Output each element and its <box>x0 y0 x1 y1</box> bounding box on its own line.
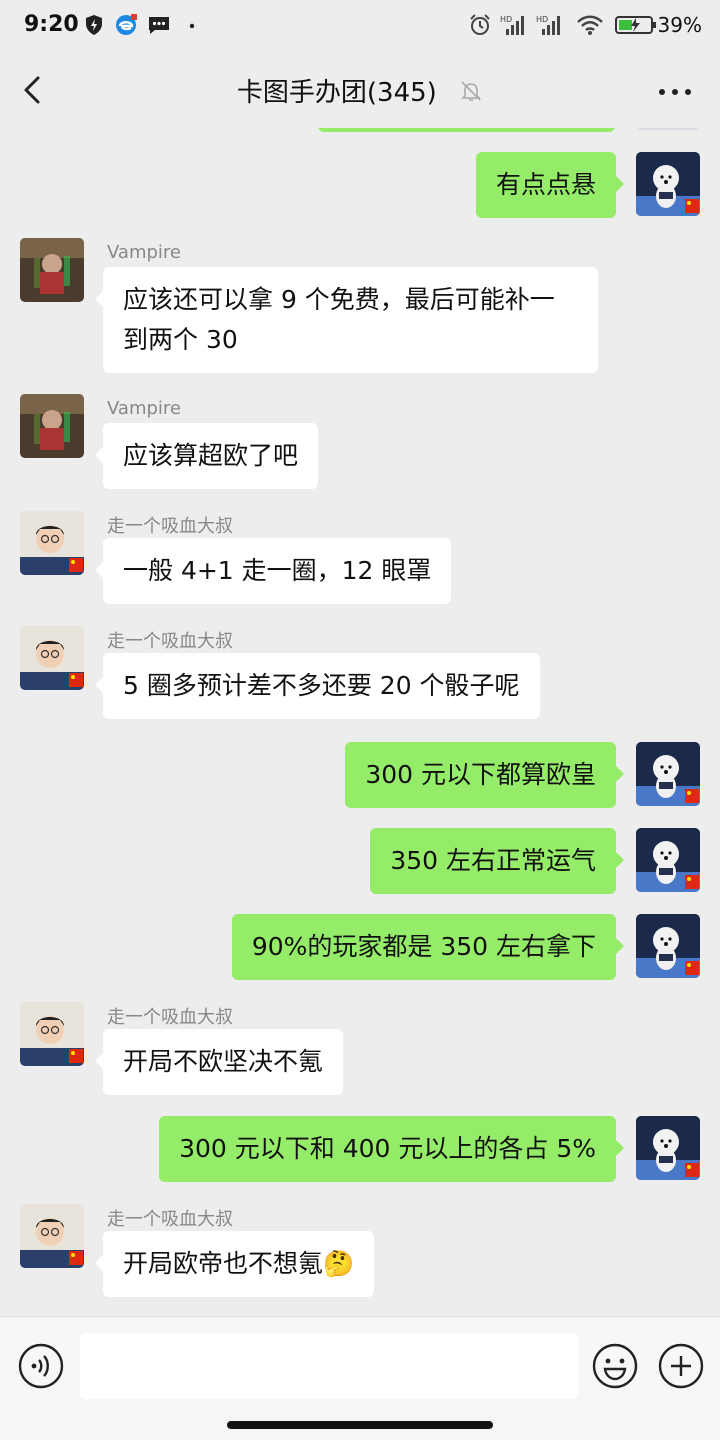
message-input[interactable] <box>80 1333 578 1399</box>
avatar[interactable] <box>636 914 700 978</box>
avatar[interactable] <box>20 1002 84 1066</box>
message-bubble[interactable]: 有点点悬 <box>475 152 625 218</box>
partial-avatar <box>637 128 699 130</box>
person-avatar-icon <box>20 1002 84 1066</box>
dog-avatar-icon <box>636 1116 700 1180</box>
home-indicator[interactable] <box>227 1421 493 1429</box>
avatar[interactable] <box>636 1116 700 1180</box>
signal-hd-2-icon: HD <box>536 15 560 35</box>
battery-percent: 39% <box>657 13 702 37</box>
message-bubble[interactable]: 开局欧帝也不想氪🤔 <box>94 1231 375 1297</box>
signal-hd-1-icon: HD <box>500 15 524 35</box>
chat-screen: 9:20 HD HD 39% 卡图手办团(345) 有点点悬 Vampire 应… <box>0 0 720 1440</box>
dog-avatar-icon <box>636 914 700 978</box>
dog-avatar-icon <box>636 828 700 892</box>
message-bubble[interactable]: 一般 4+1 走一圈，12 眼罩 <box>94 538 452 604</box>
more-options-icon[interactable] <box>658 88 692 96</box>
message-bubble[interactable]: 5 圈多预计差不多还要 20 个骰子呢 <box>95 653 540 719</box>
person-avatar-icon <box>20 626 84 690</box>
avatar[interactable] <box>636 152 700 216</box>
alarm-icon <box>470 14 490 35</box>
sender-name: Vampire <box>107 398 181 419</box>
status-bar: 9:20 HD HD 39% <box>0 0 720 52</box>
svg-text:HD: HD <box>536 15 548 24</box>
avatar[interactable] <box>636 742 700 806</box>
battery-charging-icon <box>615 16 656 34</box>
sender-name: 走一个吸血大叔 <box>107 516 233 537</box>
sender-name: 走一个吸血大叔 <box>107 631 233 652</box>
mute-bell-icon <box>461 80 482 101</box>
sender-name: 走一个吸血大叔 <box>107 1007 233 1028</box>
avatar[interactable] <box>636 828 700 892</box>
sender-name: 走一个吸血大叔 <box>107 1209 233 1230</box>
shield-icon <box>86 15 102 35</box>
dog-avatar-icon <box>636 742 700 806</box>
message-list[interactable]: 有点点悬 Vampire 应该还可以拿 9 个免费，最后可能补一到两个 30 V… <box>0 128 720 1316</box>
message-bubble[interactable]: 350 左右正常运气 <box>370 828 624 894</box>
avatar[interactable] <box>20 394 84 458</box>
input-bar <box>0 1316 720 1440</box>
wifi-icon <box>577 15 603 35</box>
browser-icon <box>116 14 137 35</box>
svg-text:HD: HD <box>500 15 512 24</box>
message-bubble[interactable]: 300 元以下都算欧皇 <box>345 742 624 808</box>
sender-name: Vampire <box>107 242 181 263</box>
partial-message-bubble <box>318 128 615 132</box>
chat-header: 卡图手办团(345) <box>0 52 720 128</box>
message-bubble[interactable]: 90%的玩家都是 350 左右拿下 <box>231 914 625 980</box>
message-bubble[interactable]: 300 元以下和 400 元以上的各占 5% <box>159 1116 624 1182</box>
person-avatar-icon <box>20 1204 84 1268</box>
avatar[interactable] <box>20 1204 84 1268</box>
chat-title-container: 卡图手办团(345) <box>0 72 720 109</box>
avatar[interactable] <box>20 626 84 690</box>
person-avatar-icon <box>20 511 84 575</box>
dog-avatar-icon <box>636 152 700 216</box>
emoji-icon[interactable] <box>592 1343 638 1389</box>
message-bubble[interactable]: 应该算超欧了吧 <box>94 423 319 489</box>
message-icon <box>149 17 169 34</box>
vampire-avatar-icon <box>20 238 84 302</box>
message-bubble[interactable]: 开局不欧坚决不氪 <box>94 1029 344 1095</box>
chat-title[interactable]: 卡图手办团(345) <box>237 78 437 108</box>
message-bubble[interactable]: 应该还可以拿 9 个免费，最后可能补一到两个 30 <box>95 267 598 373</box>
vampire-avatar-icon <box>20 394 84 458</box>
avatar[interactable] <box>20 238 84 302</box>
plus-icon[interactable] <box>658 1343 704 1389</box>
status-time: 9:20 <box>24 12 79 37</box>
notification-dot-icon <box>189 23 195 29</box>
avatar[interactable] <box>20 511 84 575</box>
voice-input-icon[interactable] <box>18 1343 64 1389</box>
